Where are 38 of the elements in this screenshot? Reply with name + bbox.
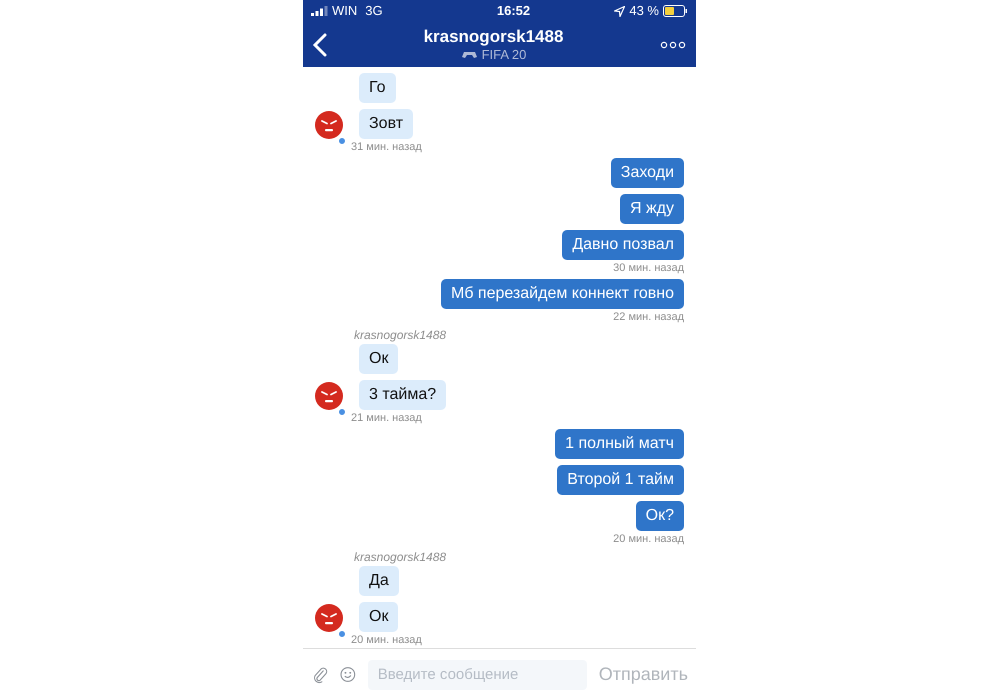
message-time: 21 мин. назад <box>351 412 423 424</box>
battery-percent: 43 % <box>629 2 659 20</box>
avatar[interactable] <box>315 604 343 632</box>
location-arrow-icon <box>614 6 626 16</box>
message-time: 30 мин. назад <box>613 262 684 274</box>
message-bubble: Го <box>359 73 396 103</box>
avatar[interactable] <box>315 382 343 410</box>
message-bubble: Я жду <box>620 194 684 224</box>
message-bubble: 3 тайма? <box>359 380 446 410</box>
message-input[interactable]: Введите сообщение <box>368 660 587 690</box>
sender-name: krasnogorsk1488 <box>354 328 448 342</box>
game-name: FIFA 20 <box>482 46 526 62</box>
clock: 16:52 <box>496 2 530 20</box>
message-bubble: Ок <box>359 344 398 374</box>
message-bubble: Мб перезайдем коннект говно <box>440 279 684 309</box>
message-bubble: Ок? <box>636 501 684 531</box>
message-bubble: Ок <box>359 602 398 632</box>
message-bubble: Второй 1 тайм <box>557 465 684 495</box>
message-bubble: Зовт <box>359 109 414 139</box>
signal-icon <box>311 6 328 16</box>
message-time: 20 мин. назад <box>351 634 423 646</box>
message-bubble: Да <box>359 566 399 596</box>
network-type: 3G <box>365 2 383 20</box>
back-icon[interactable] <box>313 32 327 56</box>
carrier-name: WIN <box>332 2 358 20</box>
message-bubble: Давно позвал <box>562 230 684 260</box>
message-time: 22 мин. назад <box>613 311 684 323</box>
send-button[interactable]: Отправить <box>598 661 688 688</box>
more-icon[interactable] <box>660 40 686 48</box>
gamepad-icon <box>460 50 478 58</box>
sender-name: krasnogorsk1488 <box>354 550 448 564</box>
message-bubble: Заходи <box>610 158 684 188</box>
message-time: 20 мин. назад <box>613 533 684 545</box>
chat-title: krasnogorsk1488 <box>424 26 564 46</box>
battery-icon <box>662 5 688 17</box>
avatar[interactable] <box>315 111 343 139</box>
message-time: 31 мин. назад <box>351 141 423 153</box>
message-bubble: 1 полный матч <box>555 429 684 459</box>
